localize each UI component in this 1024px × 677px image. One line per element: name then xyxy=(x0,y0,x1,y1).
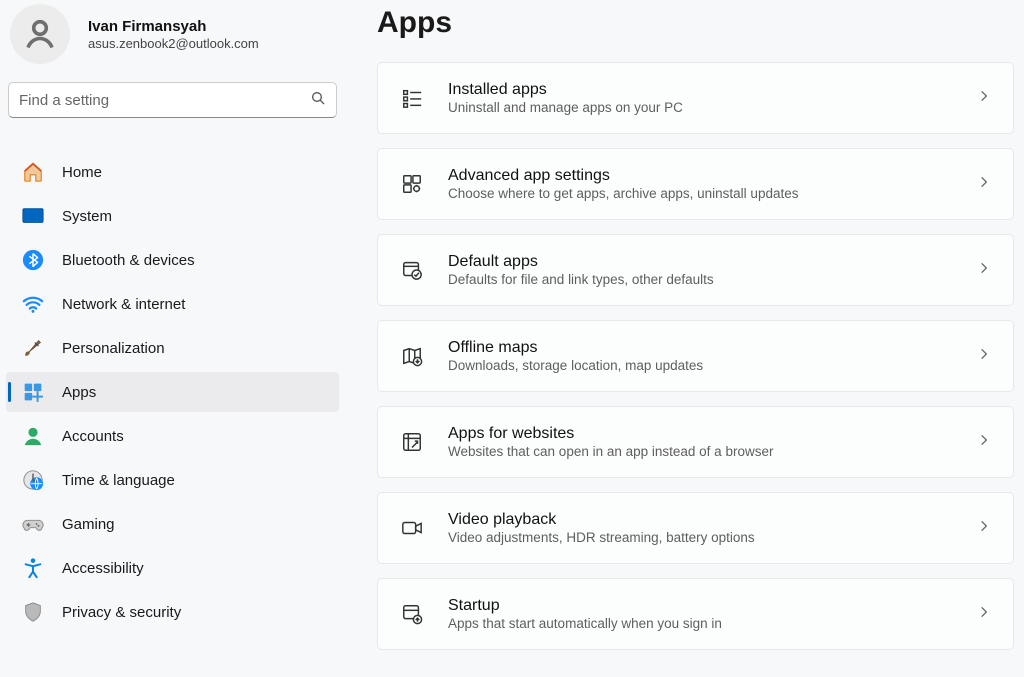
nav-item-network[interactable]: Network & internet xyxy=(6,284,339,324)
card-subtitle: Choose where to get apps, archive apps, … xyxy=(448,186,977,201)
card-subtitle: Downloads, storage location, map updates xyxy=(448,358,977,373)
chevron-right-icon xyxy=(977,175,991,194)
nav-label: Accessibility xyxy=(62,560,144,577)
card-video-playback[interactable]: Video playback Video adjustments, HDR st… xyxy=(377,492,1014,564)
search-box[interactable] xyxy=(8,82,337,118)
system-icon xyxy=(22,205,44,227)
nav-label: Personalization xyxy=(62,340,165,357)
card-apps-for-websites[interactable]: Apps for websites Websites that can open… xyxy=(377,406,1014,478)
clock-globe-icon xyxy=(22,469,44,491)
advanced-settings-icon xyxy=(400,172,424,196)
avatar xyxy=(10,4,70,64)
nav-label: Apps xyxy=(62,384,96,401)
accessibility-icon xyxy=(22,557,44,579)
nav-label: Time & language xyxy=(62,472,175,489)
gamepad-icon xyxy=(22,513,44,535)
card-title: Startup xyxy=(448,597,977,615)
user-icon xyxy=(22,16,58,52)
brush-icon xyxy=(22,337,44,359)
nav-label: Network & internet xyxy=(62,296,185,313)
card-subtitle: Defaults for file and link types, other … xyxy=(448,272,977,287)
shield-icon xyxy=(22,601,44,623)
chevron-right-icon xyxy=(977,519,991,538)
card-title: Default apps xyxy=(448,253,977,271)
search-input[interactable] xyxy=(19,92,310,109)
card-title: Offline maps xyxy=(448,339,977,357)
bluetooth-icon xyxy=(22,249,44,271)
video-icon xyxy=(400,516,424,540)
nav-item-time-language[interactable]: Time & language xyxy=(6,460,339,500)
card-subtitle: Websites that can open in an app instead… xyxy=(448,444,977,459)
card-startup[interactable]: Startup Apps that start automatically wh… xyxy=(377,578,1014,650)
nav-item-accessibility[interactable]: Accessibility xyxy=(6,548,339,588)
card-title: Advanced app settings xyxy=(448,167,977,185)
maps-icon xyxy=(400,344,424,368)
startup-icon xyxy=(400,602,424,626)
chevron-right-icon xyxy=(977,605,991,624)
nav-item-bluetooth[interactable]: Bluetooth & devices xyxy=(6,240,339,280)
wifi-icon xyxy=(22,293,44,315)
home-icon xyxy=(22,161,44,183)
card-subtitle: Uninstall and manage apps on your PC xyxy=(448,100,977,115)
nav-item-personalization[interactable]: Personalization xyxy=(6,328,339,368)
chevron-right-icon xyxy=(977,347,991,366)
nav-item-home[interactable]: Home xyxy=(6,152,339,192)
accounts-icon xyxy=(22,425,44,447)
installed-apps-icon xyxy=(400,86,424,110)
card-title: Apps for websites xyxy=(448,425,977,443)
card-installed-apps[interactable]: Installed apps Uninstall and manage apps… xyxy=(377,62,1014,134)
chevron-right-icon xyxy=(977,261,991,280)
profile-email: asus.zenbook2@outlook.com xyxy=(88,36,259,51)
card-offline-maps[interactable]: Offline maps Downloads, storage location… xyxy=(377,320,1014,392)
nav-item-system[interactable]: System xyxy=(6,196,339,236)
page-title: Apps xyxy=(377,6,1014,40)
nav-item-apps[interactable]: Apps xyxy=(6,372,339,412)
card-advanced-app-settings[interactable]: Advanced app settings Choose where to ge… xyxy=(377,148,1014,220)
card-title: Video playback xyxy=(448,511,977,529)
profile-block[interactable]: Ivan Firmansyah asus.zenbook2@outlook.co… xyxy=(4,0,341,82)
default-apps-icon xyxy=(400,258,424,282)
nav-item-accounts[interactable]: Accounts xyxy=(6,416,339,456)
card-subtitle: Apps that start automatically when you s… xyxy=(448,616,977,631)
nav-label: Home xyxy=(62,164,102,181)
websites-icon xyxy=(400,430,424,454)
nav-item-gaming[interactable]: Gaming xyxy=(6,504,339,544)
card-title: Installed apps xyxy=(448,81,977,99)
nav-label: Privacy & security xyxy=(62,604,181,621)
nav-label: Accounts xyxy=(62,428,124,445)
card-subtitle: Video adjustments, HDR streaming, batter… xyxy=(448,530,977,545)
chevron-right-icon xyxy=(977,89,991,108)
nav-label: System xyxy=(62,208,112,225)
nav-item-privacy[interactable]: Privacy & security xyxy=(6,592,339,632)
nav-label: Gaming xyxy=(62,516,115,533)
nav-list: Home System Bluetooth & devices Network … xyxy=(4,148,341,636)
search-icon xyxy=(310,90,326,111)
apps-icon xyxy=(22,381,44,403)
card-default-apps[interactable]: Default apps Defaults for file and link … xyxy=(377,234,1014,306)
profile-name: Ivan Firmansyah xyxy=(88,18,259,35)
nav-label: Bluetooth & devices xyxy=(62,252,195,269)
chevron-right-icon xyxy=(977,433,991,452)
